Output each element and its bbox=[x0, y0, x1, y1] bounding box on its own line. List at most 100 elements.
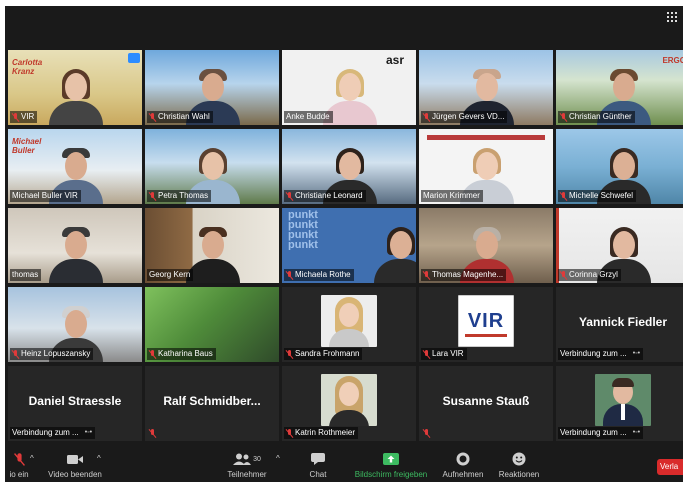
participant-tile[interactable]: Petra Thomas bbox=[145, 129, 279, 204]
muted-icon bbox=[560, 191, 567, 201]
participant-name: Corinna Grzyl bbox=[569, 270, 618, 279]
muted-icon bbox=[423, 349, 430, 359]
name-tag: Christiane Leonard bbox=[284, 190, 366, 202]
muted-icon bbox=[286, 270, 293, 280]
participant-tile[interactable]: Katharina Baus bbox=[145, 287, 279, 362]
display-name: Susanne Stauß bbox=[442, 394, 530, 408]
muted-icon bbox=[560, 112, 567, 122]
name-logo: Michael Buller bbox=[12, 137, 42, 155]
muted-icon bbox=[149, 191, 156, 201]
record-button[interactable]: Aufnehmen bbox=[438, 452, 488, 480]
name-tag: Katharina Baus bbox=[147, 348, 216, 360]
reactions-label: Reaktionen bbox=[498, 470, 540, 479]
participant-tile[interactable]: Katrin Rothmeier bbox=[282, 366, 416, 441]
participant-tile[interactable]: Christian Wahl bbox=[145, 50, 279, 125]
participant-tile[interactable]: thomas bbox=[8, 208, 142, 283]
participant-tile[interactable]: punkt punkt punkt punkt Michaela Rothe bbox=[282, 208, 416, 283]
muted-icon bbox=[149, 349, 156, 359]
audio-button[interactable]: io ein bbox=[5, 452, 33, 480]
share-screen-button[interactable]: Bildschirm freigeben bbox=[349, 452, 433, 480]
reactions-smiley-icon bbox=[512, 452, 526, 466]
participant-tile[interactable]: Corinna Grzyl bbox=[556, 208, 683, 283]
participant-tile-active-speaker[interactable]: Marion Krimmer bbox=[419, 129, 553, 204]
chat-icon bbox=[311, 453, 325, 465]
muted-icon bbox=[12, 112, 19, 122]
muted-icon bbox=[286, 349, 293, 359]
muted-icon bbox=[12, 349, 19, 359]
name-tag: Jürgen Gevers VD... bbox=[421, 111, 508, 123]
participant-tile[interactable]: Sandra Frohmann bbox=[282, 287, 416, 362]
participant-name: Christiane Leonard bbox=[295, 191, 363, 200]
participant-tile[interactable]: Michelle Schwefel bbox=[556, 129, 683, 204]
participant-tile[interactable]: asr Anke Budde bbox=[282, 50, 416, 125]
share-screen-label: Bildschirm freigeben bbox=[354, 470, 428, 479]
signal-icon: •◦• bbox=[632, 350, 641, 357]
signal-icon: •◦• bbox=[84, 429, 93, 436]
gallery-view-icon[interactable] bbox=[667, 12, 677, 22]
profile-photo bbox=[321, 295, 377, 347]
profile-photo bbox=[321, 374, 377, 426]
name-tag: thomas bbox=[10, 269, 42, 281]
participant-gallery: Carlotta Kranz VIR Christian Wahl asr An… bbox=[5, 48, 683, 443]
slide-header bbox=[427, 135, 545, 140]
company-logo: ERGO bbox=[662, 56, 683, 65]
name-tag: Corinna Grzyl bbox=[558, 269, 621, 281]
participants-icon bbox=[233, 453, 252, 465]
top-bar bbox=[5, 6, 683, 48]
muted-icon bbox=[560, 270, 567, 280]
participant-tile[interactable]: Yannick Fiedler Verbindung zum ... •◦• bbox=[556, 287, 683, 362]
muted-icon bbox=[149, 428, 156, 438]
participant-tile[interactable]: Carlotta Kranz VIR bbox=[8, 50, 142, 125]
participant-tile[interactable]: ERGO Christian Günther bbox=[556, 50, 683, 125]
participant-tile[interactable]: Heinz Lopuszansky bbox=[8, 287, 142, 362]
participant-tile[interactable]: Thomas Magenhe... bbox=[419, 208, 553, 283]
participant-name: Petra Thomas bbox=[158, 191, 209, 200]
name-tag: Christian Günther bbox=[558, 111, 635, 123]
muted-icon bbox=[423, 112, 430, 122]
participant-tile[interactable]: Daniel Straessle Verbindung zum ... •◦• bbox=[8, 366, 142, 441]
name-tag: Marion Krimmer bbox=[421, 190, 483, 202]
share-screen-icon bbox=[383, 453, 399, 465]
leave-meeting-button[interactable]: Verla bbox=[657, 459, 683, 475]
muted-icon bbox=[286, 191, 293, 201]
participant-tile[interactable]: Michael Buller Michael Buller VIR bbox=[8, 129, 142, 204]
participant-tile[interactable]: Christiane Leonard bbox=[282, 129, 416, 204]
participant-tile[interactable]: Ralf Schmidber... bbox=[145, 366, 279, 441]
name-tag: Verbindung zum ... •◦• bbox=[10, 427, 96, 439]
participants-options-chevron-icon[interactable]: ^ bbox=[276, 454, 280, 463]
name-tag: VIR bbox=[10, 111, 38, 123]
name-tag: Anke Budde bbox=[284, 111, 333, 123]
participant-tile[interactable]: Georg Kern bbox=[145, 208, 279, 283]
display-name: Daniel Straessle bbox=[28, 394, 122, 408]
participant-name: Anke Budde bbox=[286, 112, 330, 121]
reactions-button[interactable]: Reaktionen bbox=[493, 452, 545, 480]
video-label: Video beenden bbox=[48, 470, 102, 479]
name-tag: Lara VIR bbox=[421, 348, 467, 360]
participant-tile[interactable]: VIR Lara VIR bbox=[419, 287, 553, 362]
participants-button[interactable]: 30 Teilnehmer bbox=[223, 452, 271, 480]
muted-icon bbox=[423, 428, 430, 438]
name-tag: Heinz Lopuszansky bbox=[10, 348, 94, 360]
chat-button[interactable]: Chat bbox=[303, 452, 333, 480]
record-label: Aufnehmen bbox=[442, 470, 484, 479]
participant-name: Heinz Lopuszansky bbox=[21, 349, 91, 358]
participant-tile[interactable]: Susanne Stauß bbox=[419, 366, 553, 441]
participant-tile[interactable]: Verbindung zum ... •◦• bbox=[556, 366, 683, 441]
participant-name: Sandra Frohmann bbox=[295, 349, 360, 358]
chat-label: Chat bbox=[309, 470, 327, 479]
participant-name: Michaela Rothe bbox=[295, 270, 351, 279]
audio-options-chevron-icon[interactable]: ^ bbox=[30, 454, 34, 463]
participant-tile[interactable]: Jürgen Gevers VD... bbox=[419, 50, 553, 125]
meeting-toolbar: io ein ^ Video beenden ^ 30 Teilnehmer ^… bbox=[5, 446, 683, 482]
video-options-chevron-icon[interactable]: ^ bbox=[97, 454, 101, 463]
name-tag bbox=[421, 427, 433, 439]
participant-name: Katharina Baus bbox=[158, 349, 213, 358]
more-options-icon[interactable] bbox=[128, 53, 140, 63]
participant-name: Jürgen Gevers VD... bbox=[432, 112, 505, 121]
participants-label: Teilnehmer bbox=[227, 470, 267, 479]
participant-name: Michelle Schwefel bbox=[569, 191, 634, 200]
name-tag: Petra Thomas bbox=[147, 190, 212, 202]
muted-icon bbox=[423, 270, 430, 280]
profile-photo bbox=[595, 374, 651, 426]
name-logo: Carlotta Kranz bbox=[12, 58, 43, 76]
